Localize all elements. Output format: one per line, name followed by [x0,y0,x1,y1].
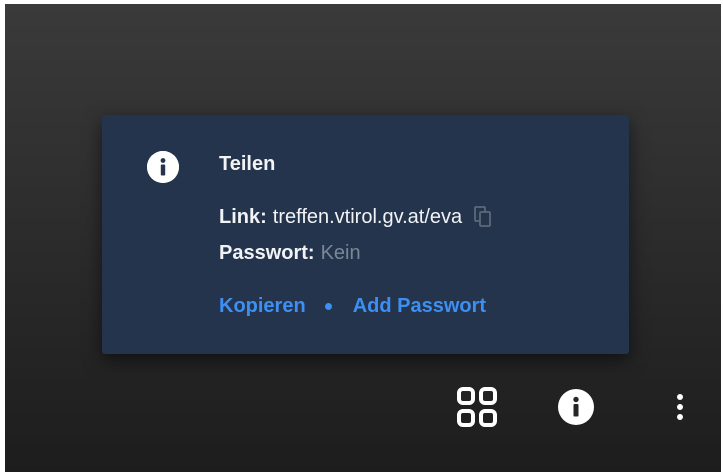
password-label: Passwort: [219,242,315,264]
copy-icon[interactable] [472,205,494,229]
tile-view-icon [457,387,497,427]
tile-view-button[interactable] [455,385,499,429]
copy-link-button[interactable]: Kopieren [219,295,306,318]
password-row: Passwort: Kein [219,242,361,265]
add-password-button[interactable]: Add Passwort [353,295,486,318]
video-stage: Teilen Link: treffen.vtirol.gv.at/eva Pa… [5,4,721,472]
password-value: Kein [320,242,361,264]
card-title: Teilen [219,153,276,175]
info-icon [147,151,179,183]
more-vertical-icon [677,394,683,420]
info-button[interactable] [558,389,594,425]
link-label: Link: [219,205,267,228]
share-info-card: Teilen Link: treffen.vtirol.gv.at/eva Pa… [102,115,629,354]
link-row: Link: treffen.vtirol.gv.at/eva [219,205,494,229]
action-separator-dot [324,303,332,310]
meeting-link: treffen.vtirol.gv.at/eva [272,205,463,228]
more-options-button[interactable] [672,389,688,425]
info-icon [558,389,594,425]
card-actions: Kopieren Add Passwort [219,295,486,318]
